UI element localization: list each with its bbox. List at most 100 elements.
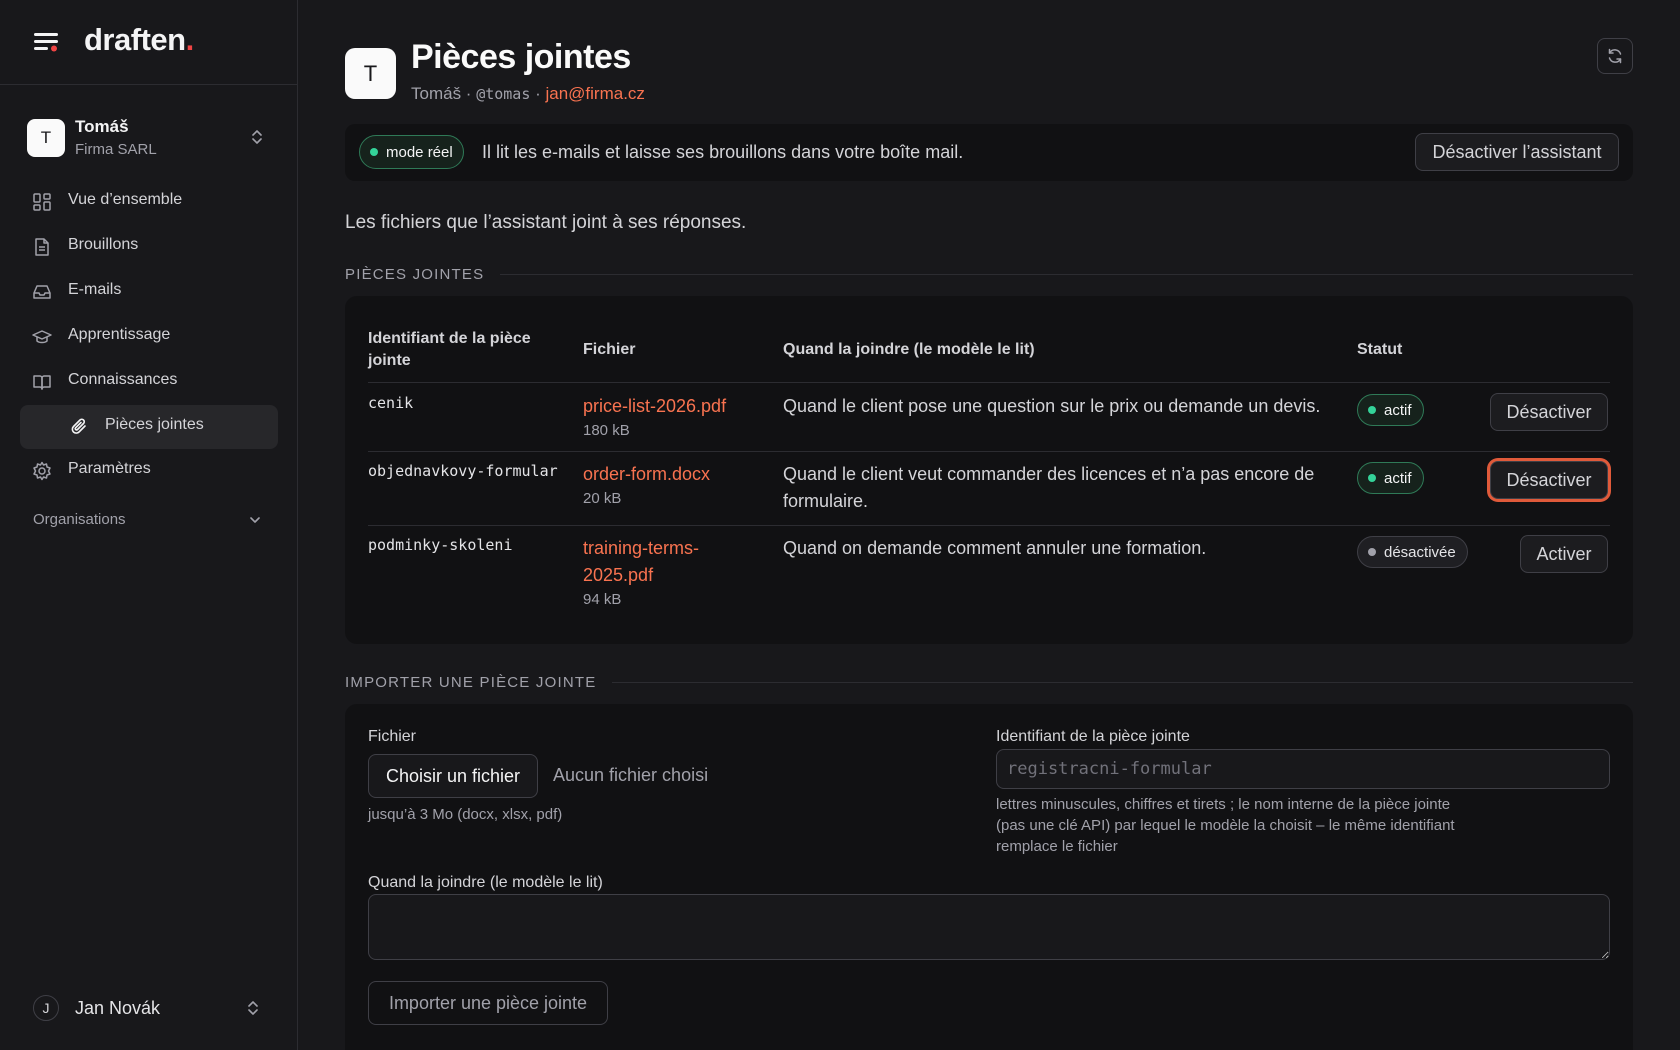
- id-field-label: Identifiant de la pièce jointe: [996, 728, 1190, 745]
- sidebar-item-label: Brouillons: [68, 236, 139, 253]
- refresh-icon: [1608, 48, 1622, 64]
- when-field-label: Quand la joindre (le modèle le lit): [368, 874, 603, 891]
- workspace-switcher[interactable]: T Tomáš Firma SARL: [20, 108, 278, 168]
- sidebar-brand: draften.: [0, 0, 297, 85]
- file-size: 180 kB: [583, 422, 630, 439]
- activate-button[interactable]: Activer: [1520, 535, 1608, 573]
- attachments-section-title: PIÈCES JOINTES: [345, 266, 1633, 283]
- hint-line: (pas une clé API) par lequel le modèle l…: [996, 817, 1455, 834]
- chevrons-updown-icon: [252, 130, 262, 144]
- menu-icon[interactable]: [32, 30, 60, 54]
- file-size: 94 kB: [583, 591, 622, 608]
- page-avatar: T: [345, 48, 396, 99]
- hint-line: lettres minuscules, chiffres et tirets ;…: [996, 796, 1451, 813]
- main-content: T Pièces jointes Tomáš · @tomas · jan@fi…: [345, 0, 1635, 1050]
- sidebar-nav: Vue d’ensemble Brouillons E-mails Appren…: [20, 180, 278, 494]
- document-icon: [35, 238, 49, 256]
- choose-file-button[interactable]: Choisir un fichier: [368, 754, 538, 798]
- chevrons-updown-icon: [248, 1001, 258, 1015]
- inbox-icon: [33, 285, 51, 299]
- workspace-name: Tomáš: [75, 117, 129, 136]
- chevron-down-icon[interactable]: [248, 513, 262, 527]
- sidebar-item-attachments[interactable]: Pièces jointes: [20, 405, 278, 449]
- banner-text: Il lit les e-mails et laisse ses brouill…: [482, 142, 964, 162]
- when-line: Quand le client veut commander des licen…: [783, 464, 1315, 484]
- organisations-toggle[interactable]: Organisations: [33, 511, 126, 528]
- avatar: J: [33, 995, 59, 1021]
- sidebar-item-label: Paramètres: [68, 460, 151, 477]
- page-meta: Tomáš · @tomas · jan@firma.cz: [411, 84, 645, 104]
- sidebar-item-learning[interactable]: Apprentissage: [20, 315, 278, 360]
- hint-line: remplace le fichier: [996, 838, 1118, 855]
- deactivate-button[interactable]: Désactiver: [1490, 393, 1608, 431]
- disable-assistant-button[interactable]: Désactiver l’assistant: [1415, 133, 1619, 171]
- meta-separator: ·: [530, 84, 546, 103]
- meta-separator: ·: [461, 84, 477, 103]
- sidebar-item-overview[interactable]: Vue d’ensemble: [20, 180, 278, 225]
- file-size: 20 kB: [583, 490, 622, 507]
- sidebar-item-emails[interactable]: E-mails: [20, 270, 278, 315]
- header-line: jointe: [368, 352, 411, 369]
- sidebar-item-settings[interactable]: Paramètres: [20, 449, 278, 494]
- attachment-file: price-list-2026.pdf 180 kB: [583, 393, 726, 442]
- sidebar: draften. T Tomáš Firma SARL Vue d’ensemb…: [0, 0, 298, 1050]
- status-label: désactivée: [1384, 543, 1456, 561]
- status-badge: actif: [1357, 462, 1424, 494]
- file-link[interactable]: price-list-2026.pdf: [583, 396, 726, 416]
- attachment-when: Quand le client pose une question sur le…: [783, 396, 1321, 416]
- mode-badge: mode réel: [359, 135, 464, 169]
- deactivate-button[interactable]: Désactiver: [1490, 461, 1608, 499]
- column-header-file: Fichier: [583, 341, 636, 358]
- attachment-when: Quand le client veut commander des licen…: [783, 461, 1348, 515]
- user-name: Jan Novák: [75, 998, 161, 1018]
- attachment-id: podminky-skoleni: [368, 536, 513, 554]
- assistant-status-banner: mode réel Il lit les e-mails et laisse s…: [345, 124, 1633, 181]
- book-icon: [33, 375, 51, 390]
- sidebar-item-label: E-mails: [68, 281, 122, 298]
- divider: [368, 525, 1610, 526]
- file-link[interactable]: order-form.docx: [583, 464, 710, 484]
- section-title-label: IMPORTER UNE PIÈCE JOINTE: [345, 674, 597, 691]
- header-line: Identifiant de la pièce: [368, 330, 531, 347]
- brand-logo[interactable]: draften.: [84, 22, 194, 58]
- column-header-status: Statut: [1357, 341, 1403, 358]
- status-dot: [1368, 406, 1376, 414]
- sidebar-item-knowledge[interactable]: Connaissances: [20, 360, 278, 405]
- page-description: Les fichiers que l’assistant joint à ses…: [345, 212, 747, 233]
- divider: [500, 274, 1633, 275]
- status-label: actif: [1384, 401, 1412, 419]
- attachment-file: training-terms- 2025.pdf 94 kB: [583, 535, 699, 611]
- no-file-text: Aucun fichier choisi: [553, 765, 709, 785]
- attachment-id-input[interactable]: [996, 749, 1610, 789]
- status-dot: [1368, 474, 1376, 482]
- user-menu[interactable]: J Jan Novák: [20, 990, 278, 1026]
- sidebar-item-label: Vue d’ensemble: [68, 191, 183, 208]
- sidebar-item-drafts[interactable]: Brouillons: [20, 225, 278, 270]
- divider: [368, 451, 1610, 452]
- file-link-line: training-terms-: [583, 538, 700, 558]
- sidebar-item-label: Connaissances: [68, 371, 178, 388]
- meta-email-link[interactable]: jan@firma.cz: [545, 84, 644, 103]
- import-form: Fichier Choisir un fichier Aucun fichier…: [345, 704, 1633, 1050]
- import-section-title: IMPORTER UNE PIÈCE JOINTE: [345, 674, 1633, 691]
- file-link[interactable]: training-terms- 2025.pdf: [583, 535, 699, 589]
- when-line: formulaire.: [783, 491, 869, 511]
- file-hint: jusqu’à 3 Mo (docx, xlsx, pdf): [368, 806, 563, 823]
- attachment-when: Quand on demande comment annuler une for…: [783, 538, 1207, 558]
- sidebar-item-label: Pièces jointes: [105, 416, 204, 433]
- status-badge: actif: [1357, 394, 1424, 426]
- status-dot: [370, 148, 378, 156]
- file-field-label: Fichier: [368, 728, 417, 745]
- attachments-table: Identifiant de la pièce jointe Fichier Q…: [345, 296, 1633, 644]
- import-attachment-button[interactable]: Importer une pièce jointe: [368, 981, 608, 1025]
- graduation-cap-icon: [32, 330, 52, 344]
- column-header-id: Identifiant de la pièce jointe: [368, 328, 531, 372]
- workspace-subtitle: Firma SARL: [75, 141, 157, 158]
- when-textarea[interactable]: [368, 894, 1610, 960]
- status-badge: désactivée: [1357, 536, 1468, 568]
- page-title: Pièces jointes: [411, 38, 631, 76]
- workspace-avatar: T: [27, 119, 65, 157]
- attachment-id: objednavkovy-formular: [368, 462, 558, 480]
- refresh-button[interactable]: [1597, 38, 1633, 74]
- status-dot: [1368, 548, 1376, 556]
